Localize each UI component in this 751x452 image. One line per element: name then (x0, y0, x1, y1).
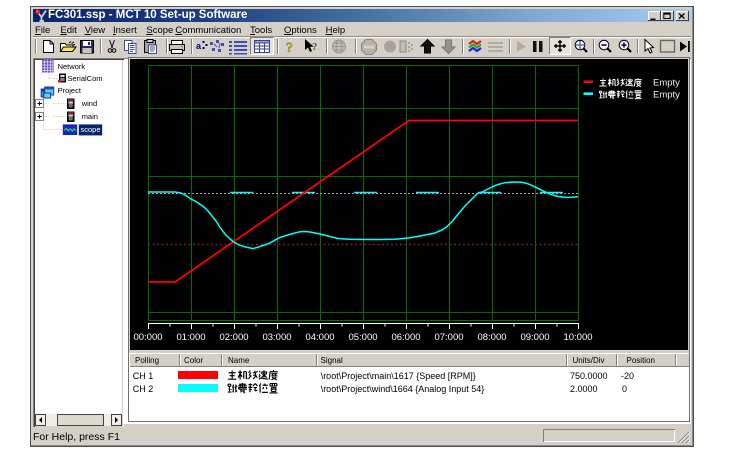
svg-text:?: ? (312, 41, 318, 53)
svg-text:Empty: Empty (653, 78, 680, 89)
svg-text:?: ? (286, 41, 293, 56)
svg-text:05:000: 05:000 (348, 332, 377, 343)
svg-text:04:000: 04:000 (305, 332, 334, 343)
svg-text:07:000: 07:000 (434, 332, 463, 343)
svg-text:Empty: Empty (653, 90, 680, 101)
svg-text:06:000: 06:000 (391, 332, 420, 343)
svg-text:08:000: 08:000 (477, 332, 506, 343)
svg-text:03:000: 03:000 (262, 332, 291, 343)
svg-text:01:000: 01:000 (176, 332, 205, 343)
svg-text:a: a (196, 41, 202, 51)
svg-text:00:000: 00:000 (133, 332, 162, 343)
svg-text:02:000: 02:000 (219, 332, 248, 343)
svg-text:09:000: 09:000 (520, 332, 549, 343)
svg-text:10:000: 10:000 (563, 332, 592, 343)
